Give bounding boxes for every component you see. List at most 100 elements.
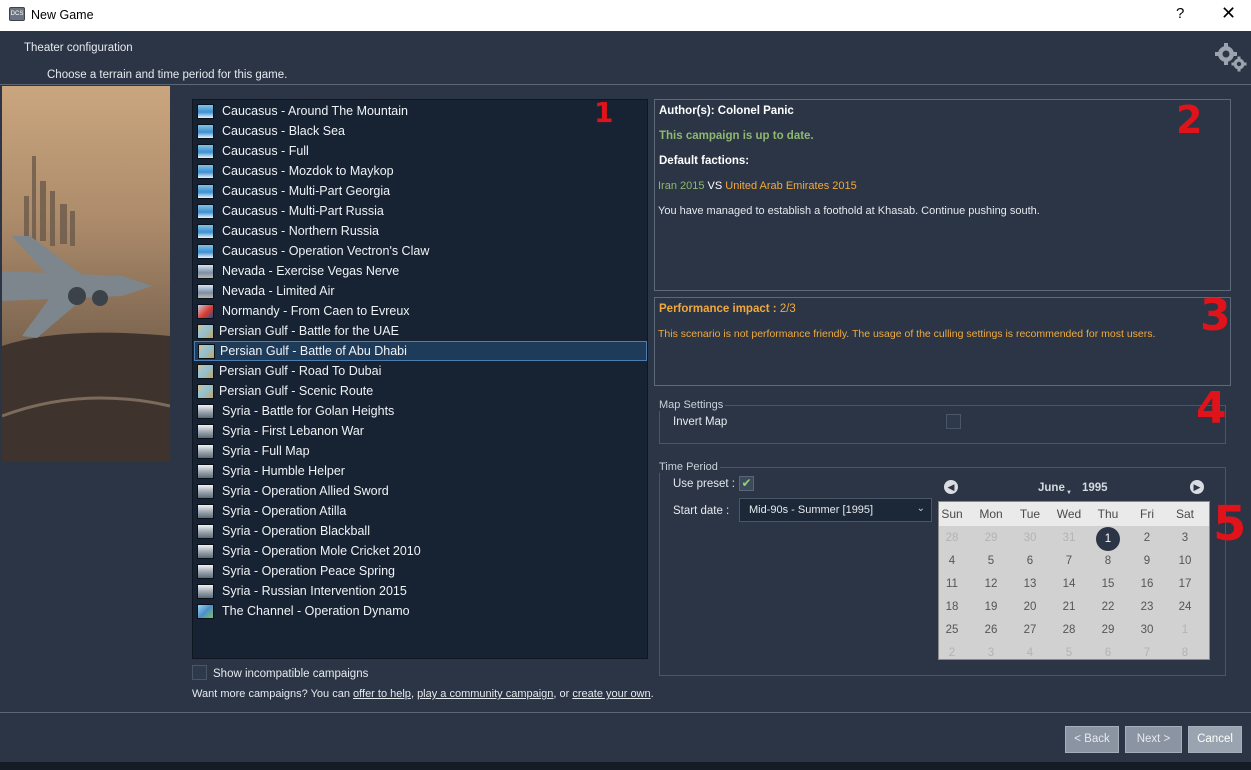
campaign-name: The Channel - Operation Dynamo bbox=[222, 604, 410, 618]
calendar-weekday: Fri bbox=[1140, 507, 1154, 521]
campaign-list-item[interactable]: Caucasus - Multi-Part Georgia bbox=[194, 181, 647, 201]
close-button[interactable]: ✕ bbox=[1221, 3, 1236, 24]
calendar-day[interactable]: 23 bbox=[1128, 601, 1166, 613]
calendar-day[interactable]: 10 bbox=[1166, 555, 1204, 567]
invert-map-checkbox[interactable] bbox=[946, 414, 961, 429]
campaign-list-item[interactable]: Syria - Operation Mole Cricket 2010 bbox=[194, 541, 647, 561]
calendar-weekday: Sat bbox=[1175, 507, 1194, 521]
calendar-day-number: 1 bbox=[1096, 527, 1120, 551]
calendar-day-number: 15 bbox=[1101, 578, 1115, 590]
calendar-day[interactable]: 13 bbox=[1011, 578, 1049, 590]
calendar-day[interactable]: 2 bbox=[1128, 532, 1166, 544]
calendar-day[interactable]: 7 bbox=[1128, 647, 1166, 659]
calendar-day[interactable]: 30 bbox=[1011, 532, 1049, 544]
calendar-day[interactable]: 21 bbox=[1050, 601, 1088, 613]
campaign-list-item[interactable]: Syria - First Lebanon War bbox=[194, 421, 647, 441]
calendar-month-dropdown-icon[interactable]: ▼ bbox=[1066, 490, 1072, 496]
campaign-list-item[interactable]: Caucasus - Operation Vectron's Claw bbox=[194, 241, 647, 261]
campaign-list-item[interactable]: Persian Gulf - Road To Dubai bbox=[194, 361, 647, 381]
calendar-day-number: 8 bbox=[1104, 555, 1112, 567]
calendar-year[interactable]: 1995 bbox=[1082, 482, 1108, 494]
calendar-month[interactable]: June bbox=[1038, 482, 1065, 494]
calendar-day[interactable]: 26 bbox=[972, 624, 1010, 636]
campaign-list-item[interactable]: Persian Gulf - Battle for the UAE bbox=[194, 321, 647, 341]
calendar-day[interactable]: 28 bbox=[1050, 624, 1088, 636]
calendar-day[interactable]: 3 bbox=[972, 647, 1010, 659]
show-incompatible-checkbox[interactable] bbox=[192, 665, 207, 680]
campaign-list-item[interactable]: Syria - Full Map bbox=[194, 441, 647, 461]
offer-to-help-link[interactable]: offer to help bbox=[353, 688, 411, 700]
calendar-day[interactable]: 4 bbox=[1011, 647, 1049, 659]
campaign-list-item[interactable]: Nevada - Limited Air bbox=[194, 281, 647, 301]
start-date-select[interactable]: Mid-90s - Summer [1995] ⌄ bbox=[739, 498, 932, 522]
calendar-day[interactable]: 2 bbox=[939, 647, 971, 659]
calendar-day[interactable]: 11 bbox=[939, 578, 971, 590]
campaign-list-item[interactable]: Caucasus - Northern Russia bbox=[194, 221, 647, 241]
campaign-list-item[interactable]: The Channel - Operation Dynamo bbox=[194, 601, 647, 621]
calendar-day[interactable]: 8 bbox=[1166, 647, 1204, 659]
calendar-day[interactable]: 14 bbox=[1050, 578, 1088, 590]
calendar-day[interactable]: 17 bbox=[1166, 578, 1204, 590]
calendar-day[interactable]: 7 bbox=[1050, 555, 1088, 567]
calendar-day[interactable]: 29 bbox=[1089, 624, 1127, 636]
calendar-day[interactable]: 20 bbox=[1011, 601, 1049, 613]
calendar-day[interactable]: 15 bbox=[1089, 578, 1127, 590]
calendar-day[interactable]: 3 bbox=[1166, 532, 1204, 544]
calendar-day[interactable]: 9 bbox=[1128, 555, 1166, 567]
campaign-list-item[interactable]: Syria - Humble Helper bbox=[194, 461, 647, 481]
calendar-day[interactable]: 5 bbox=[972, 555, 1010, 567]
calendar-day[interactable]: 4 bbox=[939, 555, 971, 567]
create-your-own-link[interactable]: create your own bbox=[572, 688, 650, 700]
campaign-list-item[interactable]: Persian Gulf - Scenic Route bbox=[194, 381, 647, 401]
campaign-list-item[interactable]: Caucasus - Mozdok to Maykop bbox=[194, 161, 647, 181]
calendar-day[interactable]: 6 bbox=[1011, 555, 1049, 567]
campaign-list-item[interactable]: Syria - Operation Peace Spring bbox=[194, 561, 647, 581]
calendar-prev-month-icon[interactable]: ◀ bbox=[944, 480, 958, 494]
calendar-day[interactable]: 5 bbox=[1050, 647, 1088, 659]
campaign-list-item[interactable]: Caucasus - Full bbox=[194, 141, 647, 161]
campaign-list-item[interactable]: Normandy - From Caen to Evreux bbox=[194, 301, 647, 321]
calendar-day[interactable]: 12 bbox=[972, 578, 1010, 590]
calendar-day[interactable]: 31 bbox=[1050, 532, 1088, 544]
help-button[interactable]: ? bbox=[1176, 5, 1184, 22]
calendar-day[interactable]: 1 bbox=[1089, 527, 1127, 551]
use-preset-label: Use preset : bbox=[673, 478, 735, 490]
next-button[interactable]: Next > bbox=[1125, 726, 1182, 753]
theater-thumbnail-icon bbox=[197, 563, 214, 579]
campaign-list-item[interactable]: Syria - Operation Allied Sword bbox=[194, 481, 647, 501]
campaign-list-item[interactable]: Syria - Operation Atilla bbox=[194, 501, 647, 521]
calendar-day[interactable]: 29 bbox=[972, 532, 1010, 544]
cancel-button[interactable]: Cancel bbox=[1188, 726, 1242, 753]
calendar-day[interactable]: 19 bbox=[972, 601, 1010, 613]
calendar-day[interactable]: 16 bbox=[1128, 578, 1166, 590]
calendar-day[interactable]: 6 bbox=[1089, 647, 1127, 659]
campaign-list-item[interactable]: Syria - Operation Blackball bbox=[194, 521, 647, 541]
calendar-day[interactable]: 25 bbox=[939, 624, 971, 636]
campaign-list-item[interactable]: Persian Gulf - Battle of Abu Dhabi bbox=[194, 341, 647, 361]
campaign-list-item[interactable]: Syria - Battle for Golan Heights bbox=[194, 401, 647, 421]
calendar-day[interactable]: 18 bbox=[939, 601, 971, 613]
campaign-list[interactable]: Caucasus - Around The Mountain Caucasus -… bbox=[192, 99, 648, 659]
back-button[interactable]: < Back bbox=[1065, 726, 1119, 753]
campaign-list-item[interactable]: Caucasus - Black Sea bbox=[194, 121, 647, 141]
calendar-day[interactable]: 8 bbox=[1089, 555, 1127, 567]
calendar-day[interactable]: 30 bbox=[1128, 624, 1166, 636]
calendar-day[interactable]: 22 bbox=[1089, 601, 1127, 613]
community-campaign-link[interactable]: play a community campaign bbox=[417, 688, 553, 700]
calendar-day[interactable]: 27 bbox=[1011, 624, 1049, 636]
calendar-day-number: 30 bbox=[1023, 532, 1037, 544]
calendar-day[interactable]: 1 bbox=[1166, 624, 1204, 636]
calendar-day-number: 3 bbox=[1181, 532, 1189, 544]
calendar-day[interactable]: 28 bbox=[939, 532, 971, 544]
calendar-day-number: 29 bbox=[1101, 624, 1115, 636]
calendar-next-month-icon[interactable]: ▶ bbox=[1190, 480, 1204, 494]
campaign-list-item[interactable]: Syria - Russian Intervention 2015 bbox=[194, 581, 647, 601]
theater-thumbnail-icon bbox=[197, 523, 214, 539]
calendar-grid: Sun Mon Tue Wed Thu Fri Sat 28 29 30 31 1 2 3 4 5 6 7 8 9 1… bbox=[938, 501, 1210, 660]
calendar-day-number: 31 bbox=[1062, 532, 1076, 544]
calendar-day[interactable]: 24 bbox=[1166, 601, 1204, 613]
use-preset-checkbox[interactable]: ✔ bbox=[739, 476, 754, 491]
campaign-list-item[interactable]: Caucasus - Around The Mountain bbox=[194, 101, 647, 121]
campaign-list-item[interactable]: Nevada - Exercise Vegas Nerve bbox=[194, 261, 647, 281]
campaign-list-item[interactable]: Caucasus - Multi-Part Russia bbox=[194, 201, 647, 221]
